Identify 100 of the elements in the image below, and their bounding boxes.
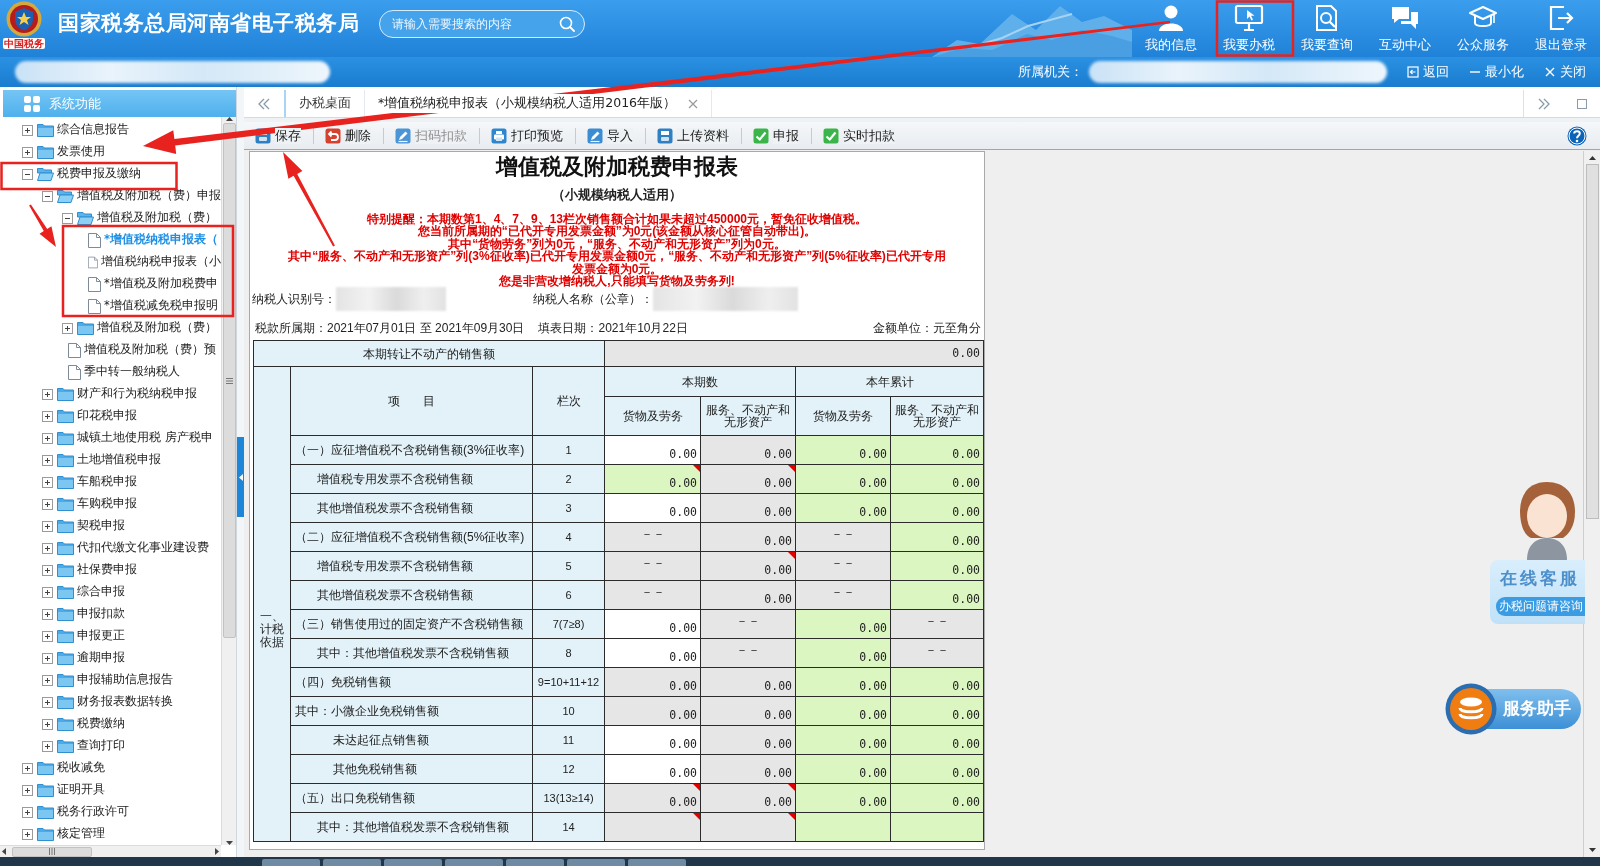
amount-field[interactable] bbox=[604, 812, 701, 842]
horizontal-scrollbar[interactable] bbox=[0, 845, 221, 857]
minus-box-icon[interactable] bbox=[42, 190, 53, 202]
amount-field[interactable]: 0.00 bbox=[700, 464, 796, 494]
plus-box-icon[interactable] bbox=[42, 388, 53, 400]
amount-field[interactable]: 0.00 bbox=[700, 783, 796, 813]
plus-box-icon[interactable] bbox=[42, 476, 53, 488]
tree-item[interactable]: 申报更正 bbox=[0, 625, 221, 647]
amount-field[interactable]: 0.00 bbox=[604, 435, 701, 465]
minus-box-icon[interactable] bbox=[22, 168, 33, 180]
plus-box-icon[interactable] bbox=[22, 828, 33, 840]
amount-field[interactable]: 0.00 bbox=[890, 551, 984, 581]
amount-field[interactable]: 0.00 bbox=[604, 696, 701, 726]
plus-box-icon[interactable] bbox=[42, 630, 53, 642]
tree-item[interactable]: 税费缴纳 bbox=[0, 713, 221, 735]
plus-box-icon[interactable] bbox=[42, 520, 53, 532]
amount-field[interactable]: 0.00 bbox=[604, 725, 701, 755]
search-icon[interactable] bbox=[559, 16, 575, 32]
amount-field[interactable]: 0.00 bbox=[795, 754, 891, 784]
plus-box-icon[interactable] bbox=[22, 784, 33, 796]
amount-field[interactable]: 0.00 bbox=[604, 754, 701, 784]
tree-item[interactable]: *增值税纳税申报表（ bbox=[0, 229, 221, 251]
help-icon[interactable] bbox=[1567, 125, 1587, 146]
amount-field[interactable]: 0.00 bbox=[795, 783, 891, 813]
plus-box-icon[interactable] bbox=[42, 432, 53, 444]
tree-item[interactable]: 查询打印 bbox=[0, 735, 221, 757]
amount-field[interactable]: －－ bbox=[795, 522, 891, 552]
amount-field[interactable]: 0.00 bbox=[700, 667, 796, 697]
tree-item[interactable]: 综合信息报告 bbox=[0, 119, 221, 141]
tree-item[interactable]: 土地增值税申报 bbox=[0, 449, 221, 471]
amount-field[interactable]: 0.00 bbox=[700, 551, 796, 581]
amount-field[interactable]: 0.00 bbox=[795, 667, 891, 697]
plus-box-icon[interactable] bbox=[42, 542, 53, 554]
tab[interactable]: *增值税纳税申报表（小规模纳税人适用2016年版） bbox=[364, 90, 713, 117]
amount-field[interactable]: 0.00 bbox=[604, 493, 701, 523]
collapse-handle[interactable] bbox=[237, 437, 244, 517]
maximize-icon[interactable] bbox=[1577, 98, 1587, 109]
plus-box-icon[interactable] bbox=[42, 652, 53, 664]
plus-box-icon[interactable] bbox=[22, 146, 33, 158]
amount-field[interactable]: 0.00 bbox=[795, 493, 891, 523]
amount-field[interactable]: 0.00 bbox=[795, 435, 891, 465]
tree-item[interactable]: 财产和行为税纳税申报 bbox=[0, 383, 221, 405]
tree-item[interactable]: 城镇土地使用税 房产税申 bbox=[0, 427, 221, 449]
tree-item[interactable]: 车船税申报 bbox=[0, 471, 221, 493]
tree-item[interactable]: 增值税及附加税（费） bbox=[0, 207, 221, 229]
plus-box-icon[interactable] bbox=[42, 718, 53, 730]
search-field[interactable]: 请输入需要搜索的内容 bbox=[379, 10, 585, 38]
tree-item[interactable]: 税收减免 bbox=[0, 757, 221, 779]
amount-field[interactable]: 0.00 bbox=[795, 696, 891, 726]
amount-field[interactable]: 0.00 bbox=[795, 638, 891, 668]
tree-item[interactable]: *增值税及附加税费申 bbox=[0, 273, 221, 295]
amount-field[interactable]: 0.00 bbox=[890, 667, 984, 697]
tree-item[interactable]: 增值税及附加税（费）预 bbox=[0, 339, 221, 361]
window-action-link[interactable]: 关闭 bbox=[1544, 62, 1586, 82]
close-icon[interactable] bbox=[688, 98, 699, 109]
amount-field[interactable]: 0.00 bbox=[795, 609, 891, 639]
vertical-scrollbar[interactable] bbox=[1583, 151, 1600, 857]
tree-item[interactable]: 发票使用 bbox=[0, 141, 221, 163]
tree-item[interactable]: 逾期申报 bbox=[0, 647, 221, 669]
nav-item[interactable]: 互动中心 bbox=[1366, 0, 1444, 57]
scroll-thumb[interactable] bbox=[12, 846, 92, 857]
amount-field[interactable]: 0.00 bbox=[604, 667, 701, 697]
nav-item[interactable]: 退出登录 bbox=[1522, 0, 1600, 57]
plus-box-icon[interactable] bbox=[22, 806, 33, 818]
tree-item[interactable]: 财务报表数据转换 bbox=[0, 691, 221, 713]
chevrons-left-icon[interactable] bbox=[257, 97, 271, 110]
amount-field[interactable]: 0.00 bbox=[604, 464, 701, 494]
plus-box-icon[interactable] bbox=[42, 696, 53, 708]
tree-item[interactable]: *增值税减免税申报明 bbox=[0, 295, 221, 317]
amount-field[interactable]: 0.00 bbox=[604, 340, 984, 367]
amount-field[interactable]: 0.00 bbox=[604, 638, 701, 668]
vertical-scrollbar[interactable] bbox=[221, 117, 236, 845]
tree-item[interactable]: 季中转一般纳税人 bbox=[0, 361, 221, 383]
nav-item[interactable]: 公众服务 bbox=[1444, 0, 1522, 57]
scroll-thumb[interactable] bbox=[1585, 164, 1599, 519]
amount-field[interactable] bbox=[700, 812, 796, 842]
tree-item[interactable]: 契税申报 bbox=[0, 515, 221, 537]
amount-field[interactable]: 0.00 bbox=[604, 609, 701, 639]
tree-item[interactable]: 车购税申报 bbox=[0, 493, 221, 515]
tree-item[interactable]: 增值税及附加税（费）申报 bbox=[0, 185, 221, 207]
tree-item[interactable]: 印花税申报 bbox=[0, 405, 221, 427]
plus-box-icon[interactable] bbox=[42, 454, 53, 466]
window-action-link[interactable]: 返回 bbox=[1407, 62, 1449, 82]
amount-field[interactable]: －－ bbox=[604, 580, 701, 610]
amount-field[interactable]: 0.00 bbox=[890, 754, 984, 784]
amount-field[interactable]: 0.00 bbox=[700, 696, 796, 726]
tree-item[interactable]: 申报扣款 bbox=[0, 603, 221, 625]
nav-item[interactable]: 我的信息 bbox=[1132, 0, 1210, 57]
tree-item[interactable]: 核定管理 bbox=[0, 823, 221, 845]
amount-field[interactable]: 0.00 bbox=[890, 725, 984, 755]
amount-field[interactable]: －－ bbox=[890, 609, 984, 639]
plus-box-icon[interactable] bbox=[42, 498, 53, 510]
amount-field[interactable]: －－ bbox=[700, 609, 796, 639]
amount-field[interactable]: 0.00 bbox=[604, 783, 701, 813]
amount-field[interactable]: 0.00 bbox=[890, 522, 984, 552]
amount-field[interactable]: 0.00 bbox=[700, 435, 796, 465]
plus-box-icon[interactable] bbox=[42, 674, 53, 686]
plus-box-icon[interactable] bbox=[42, 410, 53, 422]
amount-field[interactable]: 0.00 bbox=[890, 464, 984, 494]
amount-field[interactable]: 0.00 bbox=[890, 580, 984, 610]
